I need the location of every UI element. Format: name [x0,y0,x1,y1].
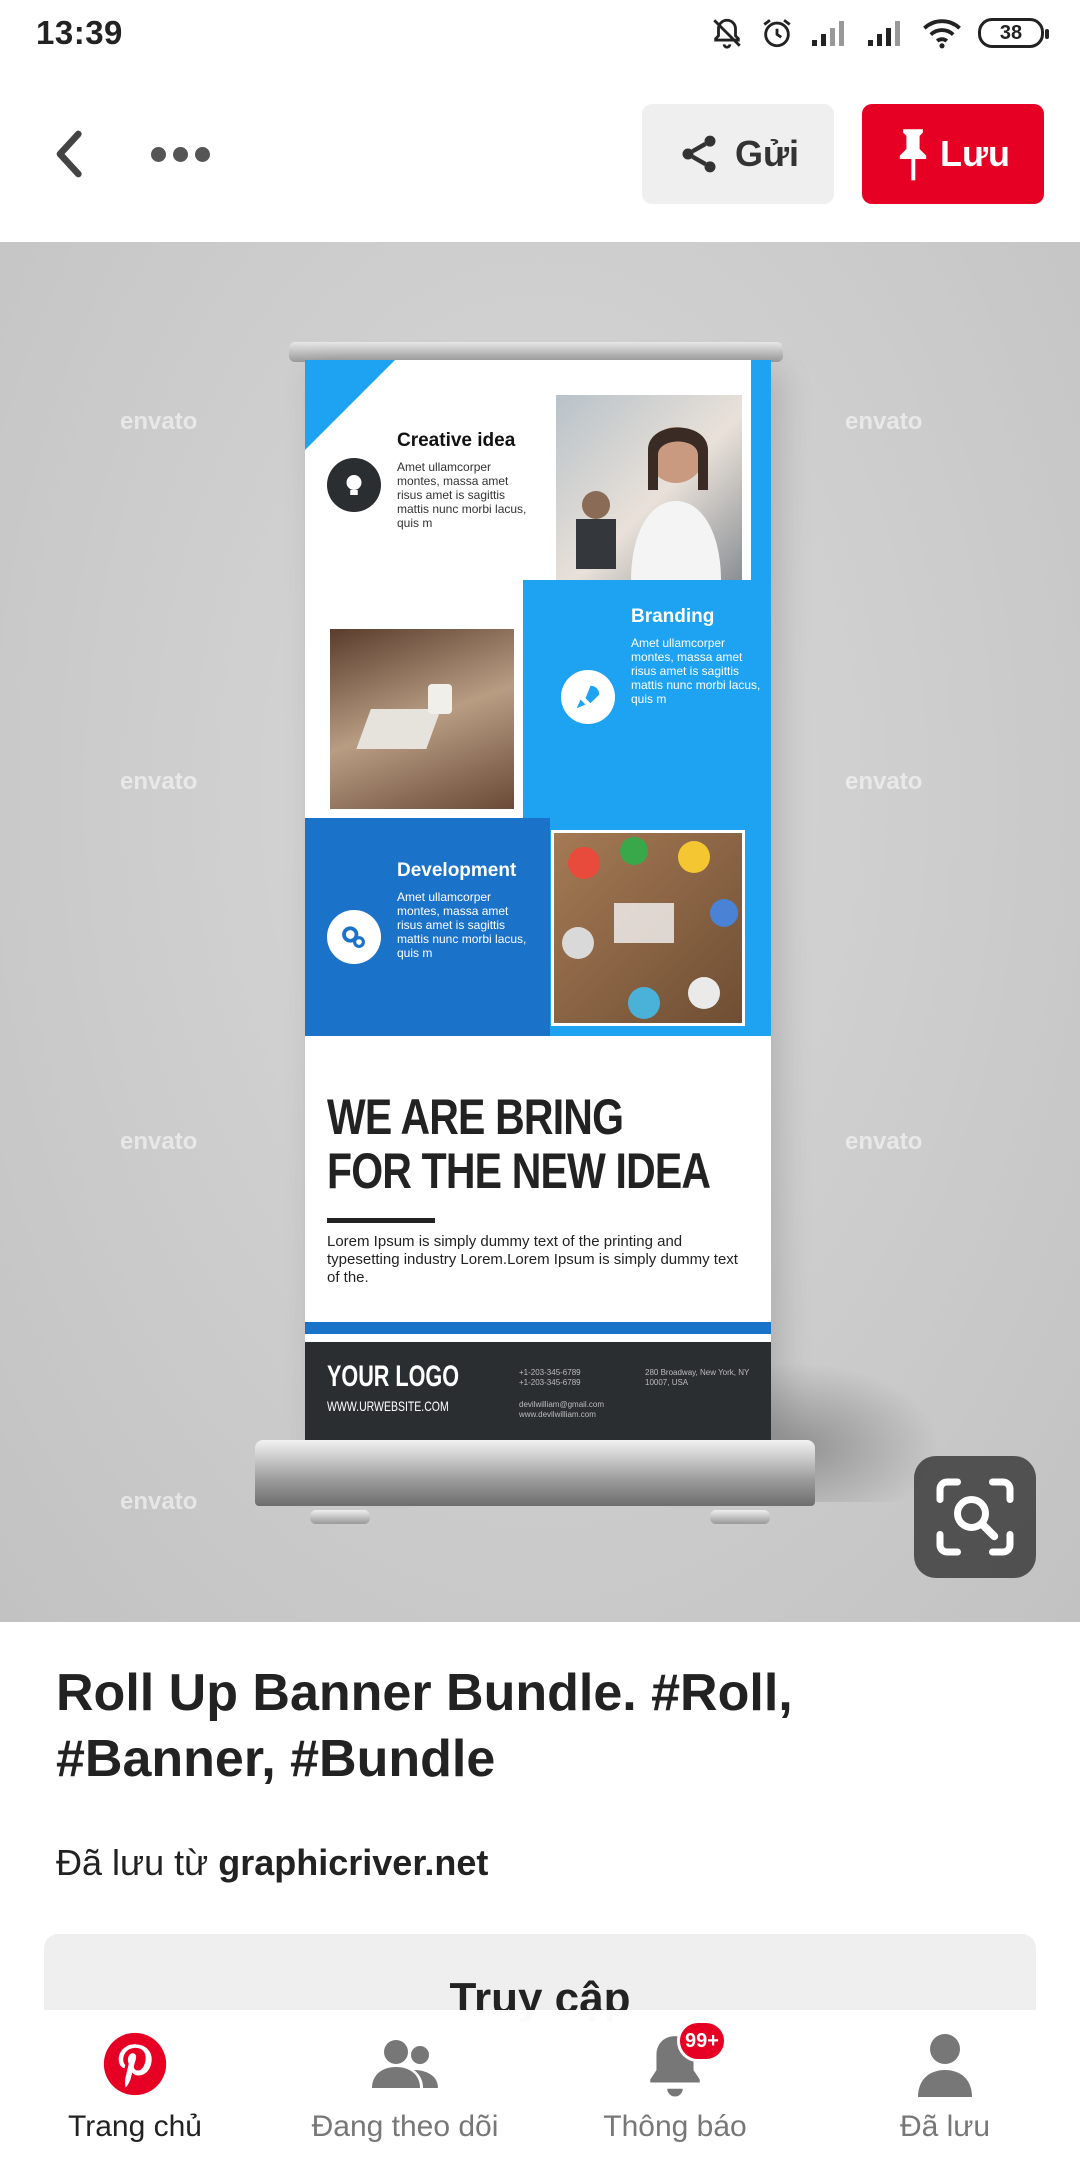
pin-title: Roll Up Banner Bundle. #Roll, #Banner, #… [56,1664,793,1788]
banner-website: WWW.URWEBSITE.COM [327,1398,449,1414]
stand-base [255,1440,815,1506]
back-button[interactable] [40,124,100,184]
people-icon [369,2028,441,2100]
status-icons: 38 [710,16,1049,50]
status-time: 13:39 [36,14,123,51]
pinterest-icon [99,2028,171,2100]
watermark: envato [845,1128,923,1155]
section-body: Amet ullamcorper montes, massa amet risu… [397,890,527,960]
source-domain-link[interactable]: graphicriver.net [218,1842,488,1883]
section-title: Branding [631,606,715,627]
pin-source: Đã lưu từ graphicriver.net [56,1842,488,1884]
watermark: envato [120,1128,198,1155]
share-icon [682,135,716,173]
stand-foot [310,1510,370,1524]
nav-item-home[interactable]: Trang chủ [0,2010,270,2160]
battery-level: 38 [999,21,1023,44]
banner-headline: WE ARE BRING FOR THE NEW IDEA [327,1089,711,1199]
battery-icon: 38 [978,18,1049,48]
rocket-icon [561,670,615,724]
send-button[interactable]: Gửi [642,104,834,204]
gears-icon [327,910,381,964]
dot-icon [150,146,166,162]
visual-search-button[interactable] [914,1456,1036,1578]
banner-phone: +1-203-345-6789 +1-203-345-6789 [519,1368,581,1387]
wifi-icon [923,19,961,49]
status-bar: 13:39 38 [0,0,1080,66]
nav-label: Trang chủ [68,2110,202,2143]
alarm-icon [763,19,791,48]
desk-photo [327,626,517,812]
banner-lorem: Lorem Ipsum is simply dummy text of the … [327,1233,738,1286]
section-title: Development [397,860,517,881]
section-title: Creative idea [397,430,516,451]
pin-toolbar: Gửi Lưu [0,66,1080,242]
banner-address: 280 Broadway, New York, NY 10007, USA [645,1368,750,1387]
watermark: envato [120,408,198,435]
lens-search-icon [936,1478,1014,1556]
nav-label: Đang theo dõi [311,2110,499,2143]
stand-foot [710,1510,770,1524]
nav-label: Thông báo [603,2110,747,2143]
nav-label: Đã lưu [899,2110,991,2143]
section-body: Amet ullamcorper montes, massa amet risu… [631,636,761,706]
banner-blue-line [305,1322,771,1334]
pin-image[interactable]: envato envato envato envato envato envat… [0,242,1080,1622]
watermark: envato [845,408,923,435]
signal-icon [868,21,900,46]
section-body: Amet ullamcorper montes, massa amet risu… [397,460,527,530]
call-center-photo [553,392,745,584]
headline-rule [327,1218,435,1223]
mute-icon [713,18,741,49]
banner-logo: YOUR LOGO [327,1360,460,1393]
banner-right-strip [751,360,771,600]
stand-top-bar [289,342,783,362]
banner-email: devilwilliam@gmail.com www.devilwilliam.… [519,1400,605,1419]
source-prefix: Đã lưu từ [56,1842,219,1883]
nav-item-following[interactable]: Đang theo dõi [270,2010,540,2160]
banner-footer: YOUR LOGO WWW.URWEBSITE.COM +1-203-345-6… [305,1342,771,1440]
bottom-nav: Trang chủ Đang theo dõi 99+ Thông báo Đã… [0,2010,1080,2160]
person-icon [909,2028,981,2100]
save-button[interactable]: Lưu [862,104,1044,204]
headline-line1: WE ARE BRING [327,1089,624,1145]
send-label: Gửi [734,133,800,174]
signal-icon [812,21,844,46]
team-meeting-photo [551,830,745,1026]
nav-item-saved[interactable]: Đã lưu [810,2010,1080,2160]
lightbulb-icon [327,458,381,512]
roll-up-banner: Creative idea Amet ullamcorper montes, m… [305,360,771,1440]
watermark: envato [845,768,923,795]
notification-badge: 99+ [677,2020,727,2062]
headline-line2: FOR THE NEW IDEA [327,1143,711,1199]
bell-icon: 99+ [639,2020,727,2100]
save-label: Lưu [939,133,1011,174]
more-options-button[interactable] [140,124,220,184]
dot-icon [194,146,210,162]
chevron-left-icon [56,130,82,178]
nav-item-notifications[interactable]: 99+ Thông báo [540,2010,810,2160]
watermark: envato [120,1488,198,1515]
watermark: envato [120,768,198,795]
banner-corner-accent [305,360,395,450]
dot-icon [172,146,188,162]
pin-icon [899,129,927,181]
